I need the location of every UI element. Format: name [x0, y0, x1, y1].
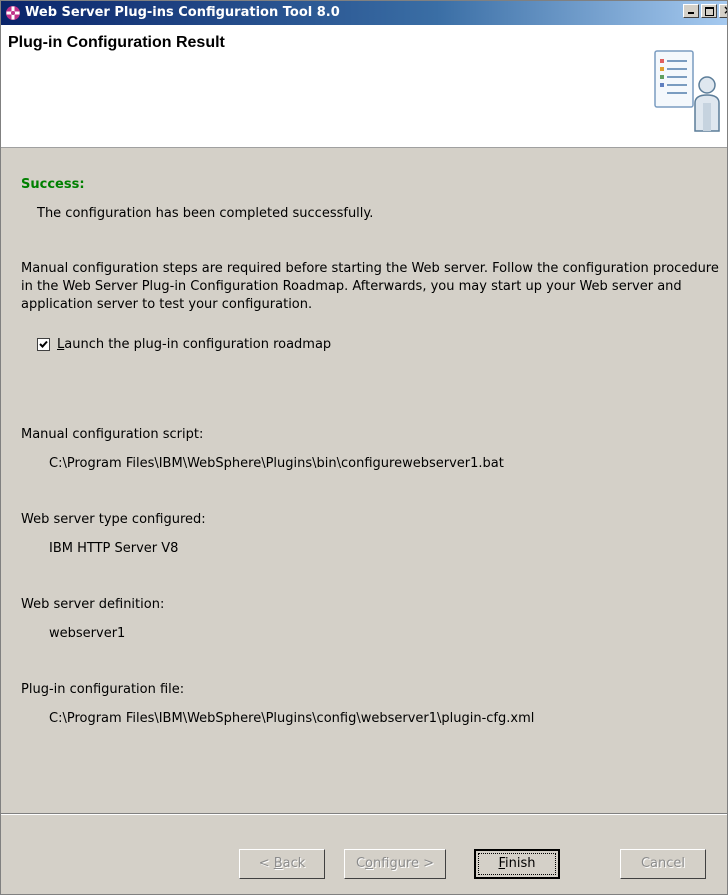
launch-roadmap-label[interactable]: Launch the plug-in configuration roadmap [57, 337, 331, 352]
footer-separator [1, 813, 727, 815]
back-mnemonic: B [273, 856, 283, 871]
script-label: Manual configuration script: [21, 427, 204, 442]
success-message: The configuration has been completed suc… [37, 206, 374, 221]
server-definition-label: Web server definition: [21, 597, 165, 612]
page-title: Plug-in Configuration Result [8, 34, 225, 51]
cancel-label: Cancel [640, 856, 686, 871]
back-button[interactable]: < Back [239, 849, 325, 879]
finish-button[interactable]: Finish [474, 849, 560, 879]
script-value: C:\Program Files\IBM\WebSphere\Plugins\b… [49, 456, 504, 471]
close-button[interactable]: × [719, 3, 727, 18]
launch-roadmap-checkbox[interactable] [37, 338, 50, 351]
server-type-value: IBM HTTP Server V8 [49, 541, 179, 556]
cancel-button[interactable]: Cancel [620, 849, 706, 879]
title-bar[interactable]: Web Server Plug-ins Configuration Tool 8… [1, 1, 727, 25]
back-prefix: < [258, 856, 274, 871]
wizard-header: Plug-in Configuration Result [1, 25, 727, 148]
wizard-content: Success: The configuration has been comp… [1, 148, 727, 792]
minimize-button[interactable] [683, 4, 699, 18]
close-icon: × [723, 3, 727, 17]
configure-mnemonic: o [365, 856, 374, 871]
server-type-label: Web server type configured: [21, 512, 206, 527]
wizard-window: Web Server Plug-ins Configuration Tool 8… [0, 0, 728, 895]
window-title: Web Server Plug-ins Configuration Tool 8… [25, 5, 340, 20]
configure-rest: nfigure > [373, 856, 435, 871]
config-file-label: Plug-in configuration file: [21, 682, 185, 697]
app-icon [6, 6, 20, 20]
success-label: Success: [21, 177, 85, 192]
configure-button[interactable]: Configure > [344, 849, 446, 879]
caption-buttons: × [681, 3, 727, 18]
label-rest: aunch the plug-in configuration roadmap [64, 337, 332, 352]
server-definition-value: webserver1 [49, 626, 126, 641]
finish-focus: Finish [478, 853, 556, 875]
instructions-text: Manual configuration steps are required … [21, 261, 719, 312]
maximize-button[interactable] [701, 4, 717, 18]
checkmark-icon [39, 340, 48, 348]
wizard-person-checklist-icon [654, 50, 720, 132]
config-file-value: C:\Program Files\IBM\WebSphere\Plugins\c… [49, 711, 535, 726]
back-rest: ack [282, 856, 306, 871]
configure-prefix: C [355, 856, 366, 871]
finish-rest: inish [505, 856, 536, 871]
